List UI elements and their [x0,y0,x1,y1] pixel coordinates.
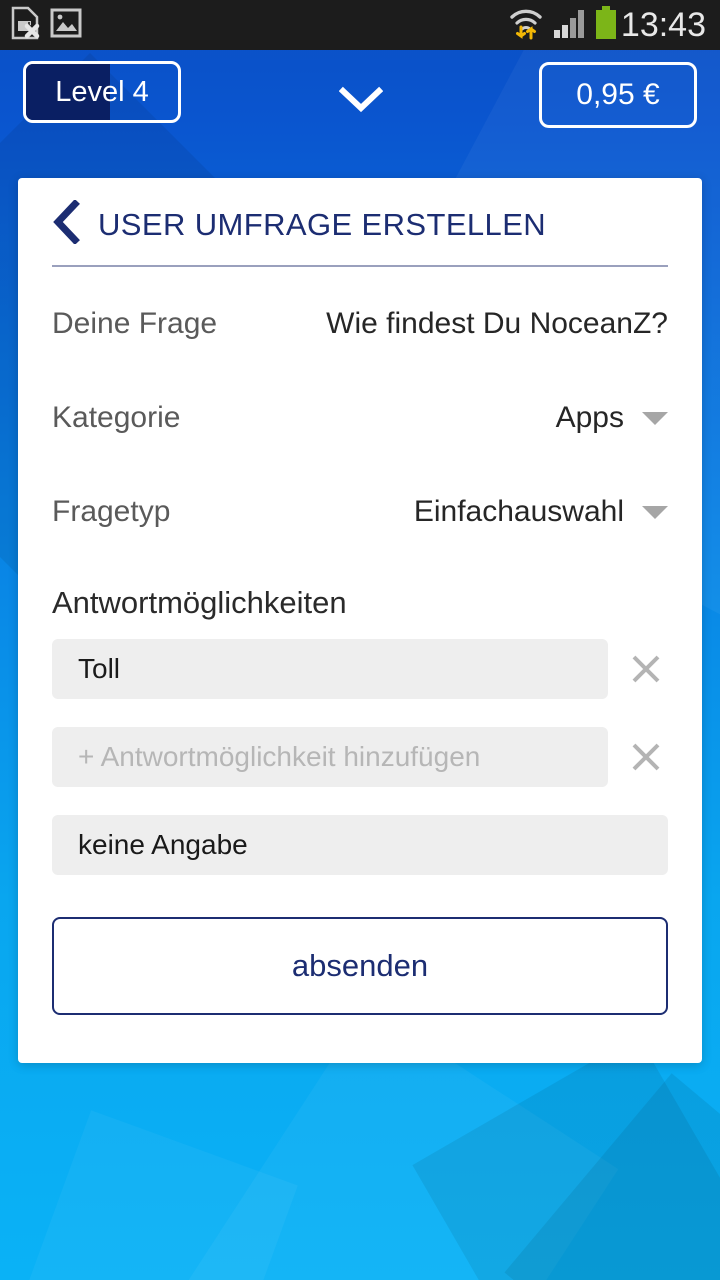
answer-option-row-fixed [52,815,668,875]
level-badge[interactable]: Level 4 [23,61,181,123]
chevron-down-icon[interactable] [338,86,384,114]
form-value: Wie findest Du NoceanZ? [326,307,668,340]
answer-option-row [52,639,668,699]
background-facet [504,1073,720,1280]
card-header: USER UMFRAGE ERSTELLEN [52,178,668,265]
app-header: Level 4 0,95 € [0,50,720,178]
price-badge-label: 0,95 € [576,78,660,111]
status-bar-left-icons [10,6,82,45]
answers-section-heading: Antwortmöglichkeiten [52,585,347,620]
form-row-question-type[interactable]: Fragetyp Einfachauswahl [52,465,668,559]
submit-button[interactable]: absenden [52,917,668,1015]
remove-answer-button[interactable] [624,735,668,779]
answer-option-input[interactable] [52,815,668,875]
wifi-transfer-icon [509,5,543,46]
cellular-signal-icon [553,7,585,44]
chevron-down-icon[interactable] [642,411,668,425]
remove-answer-button[interactable] [624,647,668,691]
survey-form-card: USER UMFRAGE ERSTELLEN Deine Frage Wie f… [18,178,702,1063]
form-row-category[interactable]: Kategorie Apps [52,371,668,465]
form-label: Kategorie [52,401,181,434]
title-divider [52,265,668,267]
form-label: Fragetyp [52,495,171,528]
sim-card-error-icon [10,6,40,45]
background-facet [412,1035,720,1280]
answer-option-row [52,727,668,787]
status-bar-clock: 13:43 [620,6,706,44]
chevron-left-icon[interactable] [52,199,80,249]
screenshot-image-icon [50,8,82,43]
battery-full-icon [595,5,617,45]
chevron-down-icon[interactable] [642,505,668,519]
status-bar-right-icons [509,5,617,46]
page-title: USER UMFRAGE ERSTELLEN [98,206,547,242]
background-facet [2,1110,298,1280]
add-answer-option-input[interactable] [52,727,608,787]
form-row-question[interactable]: Deine Frage Wie findest Du NoceanZ? [52,277,668,371]
price-badge[interactable]: 0,95 € [539,62,697,128]
form-label: Deine Frage [52,307,218,340]
level-badge-label: Level 4 [55,75,149,108]
status-bar: 13:43 [0,0,720,50]
form-value: Apps [555,401,624,434]
form-value: Einfachauswahl [413,495,624,528]
answer-option-input[interactable] [52,639,608,699]
